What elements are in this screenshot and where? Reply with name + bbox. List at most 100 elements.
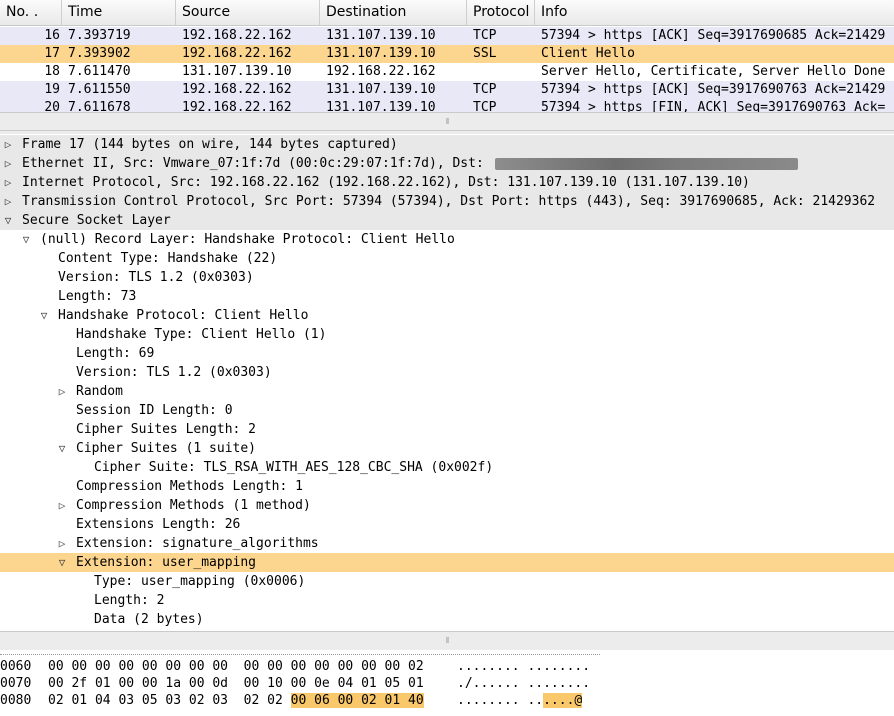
hex-bytes[interactable]: 00 2f 01 00 00 1a 00 0d 00 10 00 0e 04 0… bbox=[48, 675, 424, 692]
tree-row[interactable]: Version: TLS 1.2 (0x0303) bbox=[0, 363, 894, 382]
packet-cell-time: 7.393902 bbox=[68, 46, 131, 61]
packet-cell-destination: 131.107.139.10 bbox=[326, 100, 436, 112]
packet-row[interactable]: 17 7.393902 192.168.22.162 131.107.139.10 SS… bbox=[0, 45, 894, 63]
packet-cell-info: 57394 > https [ACK] Seq=3917690685 Ack=2… bbox=[541, 28, 886, 43]
tree-row[interactable]: Compression Methods Length: 1 bbox=[0, 477, 894, 496]
collapsed-triangle-icon[interactable]: ▷ bbox=[56, 382, 68, 401]
tree-row[interactable]: Length: 2 bbox=[0, 591, 894, 610]
tree-row-label: Extension: user_mapping bbox=[76, 555, 257, 570]
tree-row[interactable]: ▷ Ethernet II, Src: Vmware_07:1f:7d (00:0… bbox=[0, 154, 894, 173]
tree-row-label: Version: TLS 1.2 (0x0303) bbox=[58, 270, 254, 285]
tree-row-label: Handshake Protocol: Client Hello bbox=[58, 308, 309, 323]
tree-row[interactable]: Length: 69 bbox=[0, 344, 894, 363]
column-header-destination[interactable]: Destination bbox=[320, 0, 467, 25]
column-header-info[interactable]: Info bbox=[535, 0, 894, 25]
tree-row-label: Handshake Type: Client Hello (1) bbox=[76, 327, 327, 342]
hex-bytes[interactable]: 00 00 00 00 00 00 00 00 00 00 00 00 00 0… bbox=[48, 658, 424, 675]
column-header-protocol[interactable]: Protocol bbox=[467, 0, 535, 25]
packet-row[interactable]: 19 7.611550 192.168.22.162 131.107.139.10 TC… bbox=[0, 81, 894, 99]
tree-row[interactable]: ▽ Cipher Suites (1 suite) bbox=[0, 439, 894, 458]
hex-bytes[interactable]: 02 01 04 03 05 03 02 03 02 02 00 06 00 0… bbox=[48, 692, 424, 709]
tree-row-label: Cipher Suites Length: 2 bbox=[76, 422, 257, 437]
tree-row[interactable]: Cipher Suites Length: 2 bbox=[0, 420, 894, 439]
tree-row-label: Data (2 bytes) bbox=[94, 612, 204, 627]
tree-row[interactable]: Extensions Length: 26 bbox=[0, 515, 894, 534]
hex-bytes-normal: 02 01 04 03 05 03 02 03 02 02 bbox=[48, 693, 291, 708]
collapsed-triangle-icon[interactable]: ▷ bbox=[2, 154, 14, 173]
packet-cell-no: 20 bbox=[44, 100, 60, 112]
byte-offset: 0060 bbox=[0, 659, 32, 674]
column-header-source[interactable]: Source bbox=[176, 0, 320, 25]
tree-row[interactable]: ▷ Frame 17 (144 bytes on wire, 144 bytes … bbox=[0, 135, 894, 154]
grip-icon: ⦀ bbox=[445, 117, 449, 126]
hex-bytes-highlighted: 00 06 00 02 01 40 bbox=[290, 693, 424, 708]
packet-details-pane[interactable]: ▷ Frame 17 (144 bytes on wire, 144 bytes … bbox=[0, 134, 894, 630]
tree-row[interactable]: ▷ Transmission Control Protocol, Src Port… bbox=[0, 192, 894, 211]
expanded-triangle-icon[interactable]: ▽ bbox=[20, 230, 32, 249]
collapsed-triangle-icon[interactable]: ▷ bbox=[56, 496, 68, 515]
column-header-no[interactable]: No. . bbox=[0, 0, 62, 25]
hex-bytes-normal: 00 00 00 00 00 00 00 00 00 00 00 00 00 0… bbox=[48, 659, 424, 674]
tree-row[interactable]: Length: 73 bbox=[0, 287, 894, 306]
tree-row[interactable]: ▽ Handshake Protocol: Client Hello bbox=[0, 306, 894, 325]
tree-row-label: Transmission Control Protocol, Src Port:… bbox=[22, 194, 876, 209]
tree-row-label: Compression Methods Length: 1 bbox=[76, 479, 303, 494]
packet-cell-source: 192.168.22.162 bbox=[182, 82, 292, 97]
tree-row[interactable]: Version: TLS 1.2 (0x0303) bbox=[0, 268, 894, 287]
tree-row-label: Length: 2 bbox=[94, 593, 165, 608]
packet-cell-source: 192.168.22.162 bbox=[182, 28, 292, 43]
expanded-triangle-icon[interactable]: ▽ bbox=[56, 553, 68, 572]
packet-cell-destination: 131.107.139.10 bbox=[326, 82, 436, 97]
expanded-triangle-icon[interactable]: ▽ bbox=[2, 211, 14, 230]
tree-row[interactable]: ▷ Compression Methods (1 method) bbox=[0, 496, 894, 515]
expanded-triangle-icon[interactable]: ▽ bbox=[56, 439, 68, 458]
packet-cell-info: Client Hello bbox=[541, 46, 635, 61]
tree-row[interactable]: ▽ (null) Record Layer: Handshake Protocol… bbox=[0, 230, 894, 249]
ascii-bytes-normal: ........ .. bbox=[457, 693, 544, 708]
packet-cell-no: 17 bbox=[44, 46, 60, 61]
packet-list-pane[interactable]: No. . Time Source Destination Protocol I… bbox=[0, 0, 894, 112]
packet-cell-source: 192.168.22.162 bbox=[182, 46, 292, 61]
tree-row[interactable]: Handshake Type: Client Hello (1) bbox=[0, 325, 894, 344]
collapsed-triangle-icon[interactable]: ▷ bbox=[2, 173, 14, 192]
packet-cell-protocol: TCP bbox=[473, 100, 497, 112]
packet-cell-info: 57394 > https [FIN, ACK] Seq=3917690763 … bbox=[541, 100, 886, 112]
tree-row-label: Type: user_mapping (0x0006) bbox=[94, 574, 306, 589]
tree-row[interactable]: ▽ Extension: user_mapping bbox=[0, 553, 894, 572]
tree-row[interactable]: ▽ Secure Socket Layer bbox=[0, 211, 894, 230]
tree-row[interactable]: Cipher Suite: TLS_RSA_WITH_AES_128_CBC_S… bbox=[0, 458, 894, 477]
ascii-bytes[interactable]: ........ ......@ bbox=[457, 692, 583, 709]
tree-row[interactable]: ▷ Random bbox=[0, 382, 894, 401]
expanded-triangle-icon[interactable]: ▽ bbox=[38, 306, 50, 325]
ascii-bytes-highlighted: ....@ bbox=[543, 693, 583, 708]
tree-row-label: Length: 73 bbox=[58, 289, 137, 304]
tree-row[interactable]: Type: user_mapping (0x0006) bbox=[0, 572, 894, 591]
packet-row[interactable]: 20 7.611678 192.168.22.162 131.107.139.10 TC… bbox=[0, 99, 894, 112]
ascii-bytes[interactable]: ./...... ........ bbox=[457, 675, 590, 692]
tree-row-label: Content Type: Handshake (22) bbox=[58, 251, 278, 266]
column-header-bar: No. . Time Source Destination Protocol I… bbox=[0, 0, 894, 26]
tree-row[interactable]: ▷ Extension: signature_algorithms bbox=[0, 534, 894, 553]
packet-cell-protocol: SSL bbox=[473, 46, 497, 61]
packet-row[interactable]: 16 7.393719 192.168.22.162 131.107.139.10 TC… bbox=[0, 27, 894, 45]
tree-row[interactable]: Data (2 bytes) bbox=[0, 610, 894, 629]
packet-list-scrollbar[interactable]: ⦀ bbox=[0, 112, 894, 132]
packet-row[interactable]: 18 7.611470 131.107.139.10 192.168.22.162 Se… bbox=[0, 63, 894, 81]
details-pane-divider[interactable]: ⦀ bbox=[0, 631, 894, 651]
hex-bytes-normal: 00 2f 01 00 00 1a 00 0d 00 10 00 0e 04 0… bbox=[48, 676, 424, 691]
tree-row-label: (null) Record Layer: Handshake Protocol:… bbox=[40, 232, 455, 247]
tree-row-label: Frame 17 (144 bytes on wire, 144 bytes c… bbox=[22, 137, 398, 152]
tree-row[interactable]: ▷ Internet Protocol, Src: 192.168.22.162 … bbox=[0, 173, 894, 192]
tree-row-label: Length: 69 bbox=[76, 346, 155, 361]
tree-row[interactable]: Content Type: Handshake (22) bbox=[0, 249, 894, 268]
collapsed-triangle-icon[interactable]: ▷ bbox=[2, 192, 14, 211]
tree-row-label: Compression Methods (1 method) bbox=[76, 498, 311, 513]
tree-row[interactable]: Session ID Length: 0 bbox=[0, 401, 894, 420]
collapsed-triangle-icon[interactable]: ▷ bbox=[56, 534, 68, 553]
ascii-bytes[interactable]: ........ ........ bbox=[457, 658, 590, 675]
collapsed-triangle-icon[interactable]: ▷ bbox=[2, 135, 14, 154]
packet-cell-no: 16 bbox=[44, 28, 60, 43]
packet-bytes-pane[interactable]: 0060 00 00 00 00 00 00 00 00 00 00 00 00 … bbox=[0, 650, 894, 716]
packet-cell-destination: 131.107.139.10 bbox=[326, 46, 436, 61]
column-header-time[interactable]: Time bbox=[62, 0, 176, 25]
